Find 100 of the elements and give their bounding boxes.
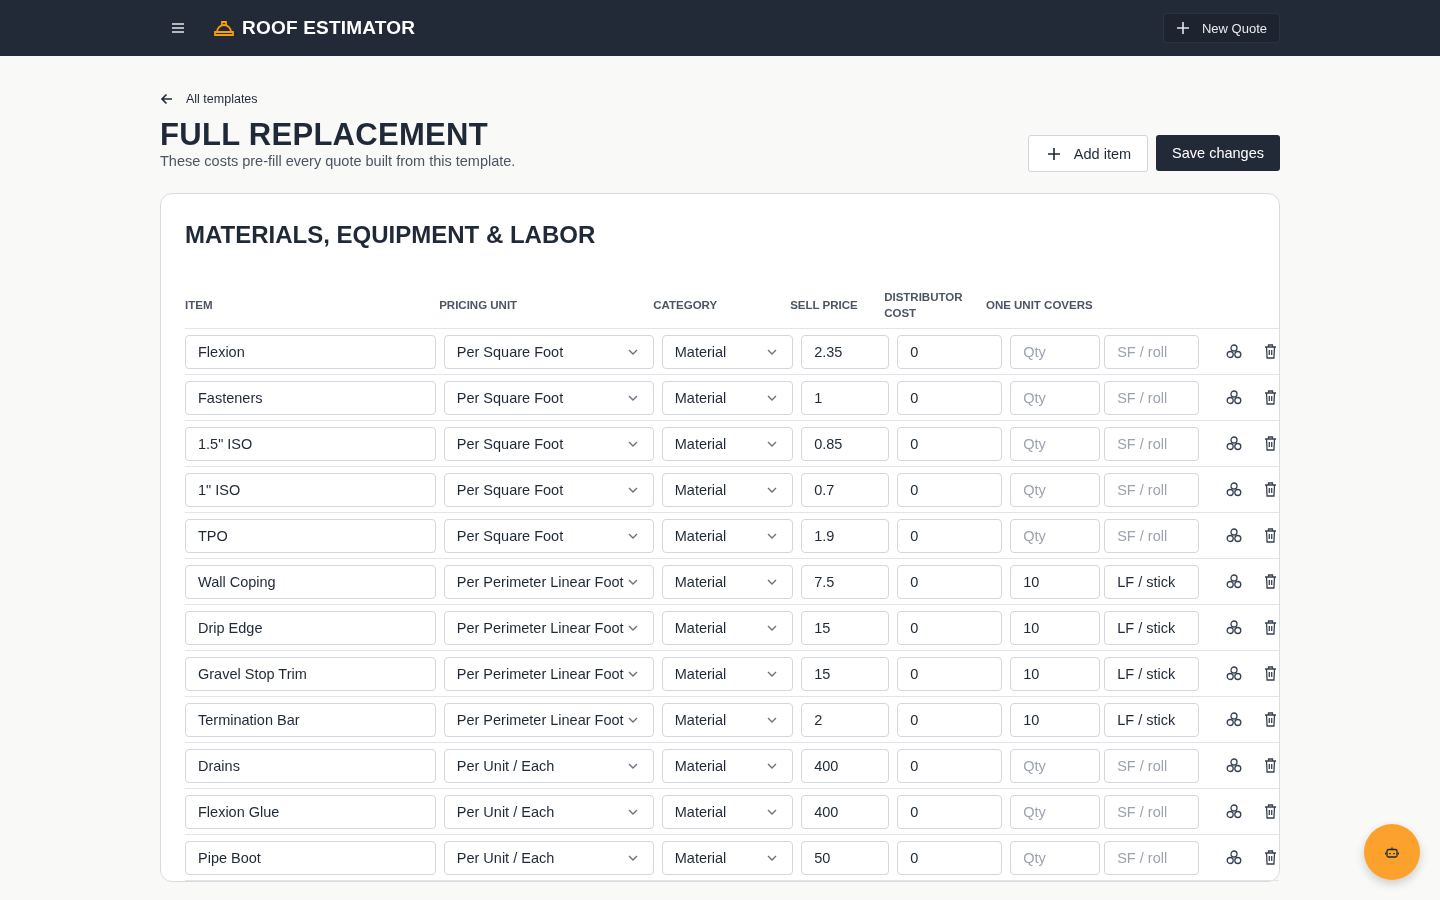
coverage-unit-field[interactable]: LF / stick <box>1104 702 1200 737</box>
coverage-unit-field[interactable]: SF / roll <box>1104 794 1200 829</box>
item-name-field[interactable]: Drains <box>185 748 436 783</box>
pricing-unit-select[interactable]: Per Perimeter Linear Foot <box>443 656 654 691</box>
coverage-qty-field[interactable]: 10 <box>1010 610 1101 645</box>
item-name-field[interactable]: 1.5" ISO <box>185 426 436 461</box>
sell-price-field[interactable]: 15 <box>801 656 890 691</box>
pricing-unit-select[interactable]: Per Perimeter Linear Foot <box>443 702 654 737</box>
back-link[interactable]: All templates <box>160 90 258 108</box>
category-select[interactable]: Material <box>661 564 794 599</box>
components-button[interactable] <box>1225 618 1244 637</box>
sell-price-field[interactable]: 1 <box>801 380 890 415</box>
category-select[interactable]: Material <box>661 380 794 415</box>
category-select[interactable]: Material <box>661 426 794 461</box>
category-select[interactable]: Material <box>661 656 794 691</box>
item-name-field[interactable]: Fasteners <box>185 380 436 415</box>
coverage-qty-field[interactable]: Qty <box>1010 518 1101 553</box>
distributor-cost-field[interactable]: 0 <box>897 794 1003 829</box>
distributor-cost-field[interactable]: 0 <box>897 610 1003 645</box>
coverage-unit-field[interactable]: SF / roll <box>1104 426 1200 461</box>
distributor-cost-field[interactable]: 0 <box>897 656 1003 691</box>
coverage-unit-field[interactable]: LF / stick <box>1104 656 1200 691</box>
components-button[interactable] <box>1225 710 1244 729</box>
pricing-unit-select[interactable]: Per Square Foot <box>443 426 654 461</box>
pricing-unit-select[interactable]: Per Unit / Each <box>443 748 654 783</box>
components-button[interactable] <box>1225 572 1244 591</box>
sell-price-field[interactable]: 50 <box>801 840 890 875</box>
coverage-qty-field[interactable]: Qty <box>1010 472 1101 507</box>
assistant-button[interactable] <box>1364 824 1420 880</box>
category-select[interactable]: Material <box>661 702 794 737</box>
distributor-cost-field[interactable]: 0 <box>897 426 1003 461</box>
sell-price-field[interactable]: 2.35 <box>801 334 890 369</box>
sell-price-field[interactable]: 15 <box>801 610 890 645</box>
components-button[interactable] <box>1225 848 1244 867</box>
coverage-unit-field[interactable]: SF / roll <box>1104 472 1200 507</box>
coverage-qty-field[interactable]: Qty <box>1010 748 1101 783</box>
pricing-unit-select[interactable]: Per Unit / Each <box>443 840 654 875</box>
pricing-unit-select[interactable]: Per Perimeter Linear Foot <box>443 564 654 599</box>
coverage-qty-field[interactable]: 10 <box>1010 656 1101 691</box>
coverage-qty-field[interactable]: Qty <box>1010 334 1101 369</box>
coverage-unit-field[interactable]: SF / roll <box>1104 380 1200 415</box>
pricing-unit-select[interactable]: Per Square Foot <box>443 472 654 507</box>
coverage-unit-field[interactable]: SF / roll <box>1104 748 1200 783</box>
sell-price-field[interactable]: 400 <box>801 794 890 829</box>
menu-button[interactable] <box>172 22 184 34</box>
coverage-qty-field[interactable]: Qty <box>1010 794 1101 829</box>
category-select[interactable]: Material <box>661 748 794 783</box>
coverage-qty-field[interactable]: 10 <box>1010 702 1101 737</box>
item-name-field[interactable]: Termination Bar <box>185 702 436 737</box>
pricing-unit-select[interactable]: Per Square Foot <box>443 380 654 415</box>
category-select[interactable]: Material <box>661 334 794 369</box>
distributor-cost-field[interactable]: 0 <box>897 840 1003 875</box>
save-changes-button[interactable]: Save changes <box>1156 135 1280 171</box>
item-name-field[interactable]: 1" ISO <box>185 472 436 507</box>
distributor-cost-field[interactable]: 0 <box>897 472 1003 507</box>
components-button[interactable] <box>1225 480 1244 499</box>
components-button[interactable] <box>1225 434 1244 453</box>
category-select[interactable]: Material <box>661 518 794 553</box>
components-button[interactable] <box>1225 756 1244 775</box>
item-name-field[interactable]: Pipe Boot <box>185 840 436 875</box>
coverage-qty-field[interactable]: Qty <box>1010 380 1101 415</box>
coverage-unit-field[interactable]: SF / roll <box>1104 840 1200 875</box>
sell-price-field[interactable]: 0.85 <box>801 426 890 461</box>
coverage-qty-field[interactable]: 10 <box>1010 564 1101 599</box>
distributor-cost-field[interactable]: 0 <box>897 334 1003 369</box>
coverage-unit-field[interactable]: SF / roll <box>1104 518 1200 553</box>
distributor-cost-field[interactable]: 0 <box>897 748 1003 783</box>
add-item-button[interactable]: Add item <box>1027 135 1149 172</box>
distributor-cost-field[interactable]: 0 <box>897 564 1003 599</box>
coverage-qty-field[interactable]: Qty <box>1010 426 1101 461</box>
category-select[interactable]: Material <box>661 840 794 875</box>
item-name-field[interactable]: Wall Coping <box>185 564 436 599</box>
sell-price-field[interactable]: 7.5 <box>801 564 890 599</box>
item-name-field[interactable]: TPO <box>185 518 436 553</box>
item-name-field[interactable]: Flexion Glue <box>185 794 436 829</box>
sell-price-field[interactable]: 400 <box>801 748 890 783</box>
pricing-unit-select[interactable]: Per Square Foot <box>443 518 654 553</box>
components-button[interactable] <box>1225 664 1244 683</box>
pricing-unit-select[interactable]: Per Unit / Each <box>443 794 654 829</box>
pricing-unit-select[interactable]: Per Square Foot <box>443 334 654 369</box>
item-name-field[interactable]: Drip Edge <box>185 610 436 645</box>
components-button[interactable] <box>1225 342 1244 361</box>
distributor-cost-field[interactable]: 0 <box>897 702 1003 737</box>
sell-price-field[interactable]: 0.7 <box>801 472 890 507</box>
distributor-cost-field[interactable]: 0 <box>897 380 1003 415</box>
sell-price-field[interactable]: 2 <box>801 702 890 737</box>
distributor-cost-field[interactable]: 0 <box>897 518 1003 553</box>
sell-price-field[interactable]: 1.9 <box>801 518 890 553</box>
coverage-unit-field[interactable]: SF / roll <box>1104 334 1200 369</box>
item-name-field[interactable]: Gravel Stop Trim <box>185 656 436 691</box>
category-select[interactable]: Material <box>661 610 794 645</box>
coverage-qty-field[interactable]: Qty <box>1010 840 1101 875</box>
coverage-unit-field[interactable]: LF / stick <box>1104 564 1200 599</box>
components-button[interactable] <box>1225 802 1244 821</box>
category-select[interactable]: Material <box>661 794 794 829</box>
components-button[interactable] <box>1225 388 1244 407</box>
new-quote-button[interactable]: New Quote <box>1162 13 1280 43</box>
components-button[interactable] <box>1225 526 1244 545</box>
item-name-field[interactable]: Flexion <box>185 334 436 369</box>
coverage-unit-field[interactable]: LF / stick <box>1104 610 1200 645</box>
